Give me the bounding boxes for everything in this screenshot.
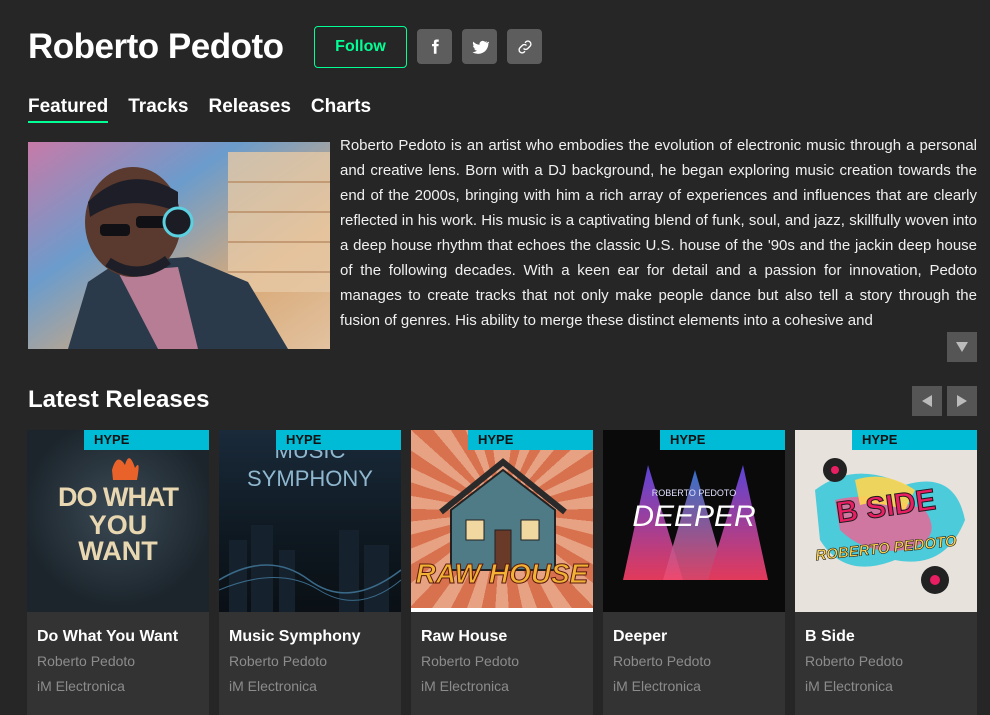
release-label[interactable]: iM Electronica: [805, 678, 893, 694]
tab-tracks[interactable]: Tracks: [128, 96, 188, 123]
release-title[interactable]: Music Symphony: [229, 628, 361, 646]
release-title[interactable]: Do What You Want: [37, 628, 178, 646]
artist-tabs: Featured Tracks Releases Charts: [28, 96, 391, 123]
release-card[interactable]: MUSIC SYMPHONY HYPE Music Symphony Rober…: [219, 430, 401, 715]
tab-releases[interactable]: Releases: [208, 96, 290, 123]
facebook-icon: [431, 39, 439, 54]
artwork-text: ROBERTO PEDOTO: [651, 488, 737, 498]
release-title[interactable]: Deeper: [613, 628, 667, 646]
release-artist[interactable]: Roberto Pedoto: [229, 653, 327, 669]
hype-badge: HYPE: [852, 430, 977, 450]
carousel-next-button[interactable]: [947, 386, 977, 416]
release-label[interactable]: iM Electronica: [229, 678, 317, 694]
release-card[interactable]: ROBERTO PEDOTO DEEPER HYPE Deeper Robert…: [603, 430, 785, 715]
twitter-icon: [472, 40, 489, 54]
carousel-prev-button[interactable]: [912, 386, 942, 416]
release-label[interactable]: iM Electronica: [613, 678, 701, 694]
release-label[interactable]: iM Electronica: [37, 678, 125, 694]
artist-bio: Roberto Pedoto is an artist who embodies…: [340, 137, 977, 329]
release-card[interactable]: B SIDE ROBERTO PEDOTO HYPE B Side Robert…: [795, 430, 977, 715]
share-twitter-button[interactable]: [462, 29, 497, 64]
chevron-right-icon: [957, 395, 967, 407]
latest-releases-title: Latest Releases: [28, 386, 210, 413]
share-facebook-button[interactable]: [417, 29, 452, 64]
link-icon: [517, 39, 532, 54]
release-artist[interactable]: Roberto Pedoto: [805, 653, 903, 669]
latest-releases-list: DO WHAT YOU WANT HYPE Do What You Want R…: [27, 430, 987, 715]
release-artwork: ROBERTO PEDOTO DEEPER HYPE: [603, 430, 785, 612]
chevron-down-icon: [956, 342, 968, 352]
artwork-text: DEEPER: [632, 500, 756, 533]
tab-charts[interactable]: Charts: [311, 96, 371, 123]
hype-badge: HYPE: [468, 430, 593, 450]
release-artwork: MUSIC SYMPHONY HYPE: [219, 430, 401, 612]
release-title[interactable]: B Side: [805, 628, 855, 646]
tab-featured[interactable]: Featured: [28, 96, 109, 123]
release-card[interactable]: DO WHAT YOU WANT HYPE Do What You Want R…: [27, 430, 209, 715]
artwork-text: WANT: [78, 536, 158, 566]
release-artist[interactable]: Roberto Pedoto: [421, 653, 519, 669]
expand-bio-button[interactable]: [947, 332, 977, 362]
artwork-text: RAW HOUSE: [415, 558, 589, 590]
hype-badge: HYPE: [276, 430, 401, 450]
release-artist[interactable]: Roberto Pedoto: [613, 653, 711, 669]
release-artwork: DO WHAT YOU WANT HYPE: [27, 430, 209, 612]
release-artist[interactable]: Roberto Pedoto: [37, 653, 135, 669]
artist-header: Roberto Pedoto: [28, 26, 284, 68]
hype-badge: HYPE: [660, 430, 785, 450]
release-card[interactable]: RAW HOUSE HYPE Raw House Roberto Pedoto …: [411, 430, 593, 715]
hype-badge: HYPE: [84, 430, 209, 450]
release-artwork: B SIDE ROBERTO PEDOTO HYPE: [795, 430, 977, 612]
artist-photo: [28, 142, 330, 349]
chevron-left-icon: [922, 395, 932, 407]
copy-link-button[interactable]: [507, 29, 542, 64]
follow-button[interactable]: Follow: [314, 26, 407, 68]
release-title[interactable]: Raw House: [421, 628, 507, 646]
release-artwork: RAW HOUSE HYPE: [411, 430, 593, 612]
artwork-text: DO WHAT: [58, 482, 179, 512]
artist-name: Roberto Pedoto: [28, 27, 284, 66]
release-label[interactable]: iM Electronica: [421, 678, 509, 694]
artwork-text: SYMPHONY: [247, 466, 373, 491]
